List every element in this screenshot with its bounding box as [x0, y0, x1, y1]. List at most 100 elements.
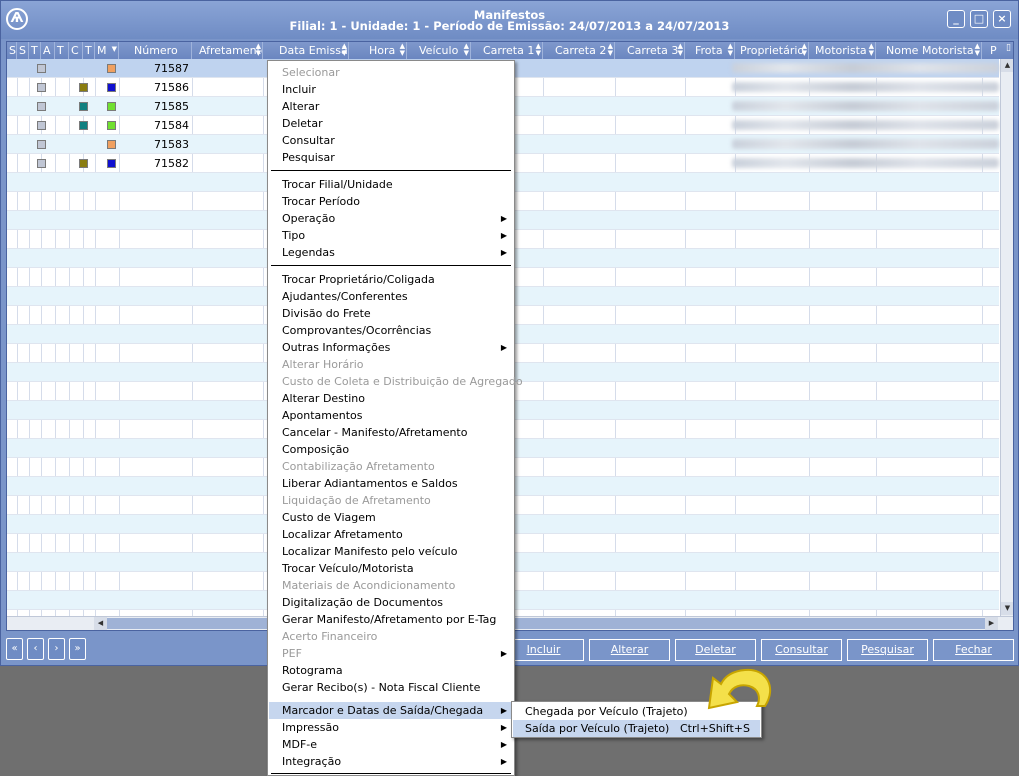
menu-item-label: Integração: [282, 755, 342, 768]
scroll-left-icon[interactable]: ◀: [94, 617, 107, 630]
menu-item-operacao[interactable]: Operação ▶: [269, 210, 513, 227]
status-indicator: [37, 159, 46, 168]
redacted-data: [732, 120, 999, 130]
numero-cell: 71584: [154, 119, 189, 132]
alterar-button[interactable]: Alterar: [589, 639, 670, 661]
menu-item-deletar[interactable]: Deletar: [269, 115, 513, 132]
menu-item-incluir[interactable]: Incluir: [269, 81, 513, 98]
col-s2[interactable]: S: [17, 42, 29, 59]
title-bar: Ѧ Manifestos Filial: 1 - Unidade: 1 - Pe…: [1, 1, 1018, 39]
col-proprietario[interactable]: Proprietário ▲ ▼: [735, 42, 809, 59]
col-carreta2[interactable]: Carreta 2 ▲ ▼: [543, 42, 615, 59]
col-carreta3-label: Carreta 3: [627, 44, 679, 57]
col-afretamento-label: Afretamento: [199, 44, 263, 57]
menu-item-gerar-recibo[interactable]: Gerar Recibo(s) - Nota Fiscal Cliente: [269, 679, 513, 696]
col-numero[interactable]: Número: [119, 42, 192, 59]
fechar-button[interactable]: Fechar: [933, 639, 1014, 661]
menu-item-legendas[interactable]: Legendas ▶: [269, 244, 513, 261]
col-t2[interactable]: T: [55, 42, 69, 59]
minimize-button[interactable]: _: [947, 10, 965, 28]
menu-item-ajudantes[interactable]: Ajudantes/Conferentes: [269, 288, 513, 305]
incluir-button[interactable]: Incluir: [503, 639, 584, 661]
menu-item-pesquisar[interactable]: Pesquisar: [269, 149, 513, 166]
submenu-item-saida[interactable]: Saída por Veículo (Trajeto) Ctrl+Shift+S: [513, 720, 760, 737]
sort-icon: ▲ ▼: [399, 42, 405, 57]
type-indicator: [107, 159, 116, 168]
menu-item-selecionar: Selecionar: [282, 66, 340, 79]
menu-item-trocar-filial[interactable]: Trocar Filial/Unidade: [269, 176, 513, 193]
col-data-emissao[interactable]: Data Emissão ▲ ▼: [263, 42, 349, 59]
menu-item-trocar-veiculo[interactable]: Trocar Veículo/Motorista: [269, 560, 513, 577]
scroll-down-icon[interactable]: ▼: [1001, 602, 1013, 615]
menu-item-liberar-adiantamentos[interactable]: Liberar Adiantamentos e Saldos: [269, 475, 513, 492]
col-hora[interactable]: Hora ▲ ▼: [349, 42, 407, 59]
col-afretamento[interactable]: Afretamento ▲ ▼: [192, 42, 263, 59]
col-nome-motorista-label: Nome Motorista: [886, 44, 974, 57]
menu-item-tipo[interactable]: Tipo ▶: [269, 227, 513, 244]
menu-item-divisao-frete[interactable]: Divisão do Frete: [269, 305, 513, 322]
window-subtitle: Filial: 1 - Unidade: 1 - Período de Emis…: [289, 19, 730, 33]
close-button[interactable]: ×: [993, 10, 1011, 28]
menu-item-digitalizacao[interactable]: Digitalização de Documentos: [269, 594, 513, 611]
maximize-button[interactable]: □: [970, 10, 988, 28]
submenu-arrow-icon: ▶: [500, 214, 507, 223]
submenu-arrow-icon: ▶: [500, 343, 507, 352]
scroll-right-icon[interactable]: ▶: [985, 617, 998, 630]
menu-item-custo-viagem[interactable]: Custo de Viagem: [269, 509, 513, 526]
menu-item-apontamentos[interactable]: Apontamentos: [269, 407, 513, 424]
col-t1[interactable]: T: [29, 42, 41, 59]
menu-item-composicao[interactable]: Composição: [269, 441, 513, 458]
menu-item-comprovantes[interactable]: Comprovantes/Ocorrências: [269, 322, 513, 339]
menu-item-outras-informacoes[interactable]: Outras Informações ▶: [269, 339, 513, 356]
vertical-scrollbar[interactable]: ▲ ▼: [1000, 59, 1013, 616]
pesquisar-button[interactable]: Pesquisar: [847, 639, 928, 661]
menu-item-alterar[interactable]: Alterar: [269, 98, 513, 115]
col-s1[interactable]: S: [7, 42, 17, 59]
menu-item-rotograma[interactable]: Rotograma: [269, 662, 513, 679]
category-indicator: [79, 83, 88, 92]
menu-item-label: Marcador e Datas de Saída/Chegada: [282, 704, 484, 717]
first-record-icon[interactable]: «: [6, 638, 23, 660]
type-indicator: [107, 140, 116, 149]
col-c[interactable]: C: [69, 42, 83, 59]
horizontal-scroll-thumb[interactable]: [107, 618, 987, 629]
col-motorista-label: Motorista: [815, 44, 867, 57]
menu-item-custo-coleta: Custo de Coleta e Distribuição de Agrega…: [282, 375, 523, 388]
sort-icon: ▲ ▼: [341, 42, 347, 57]
menu-item-label: Impressão: [282, 721, 339, 734]
sort-icon: ▲ ▼: [974, 42, 980, 57]
col-frota[interactable]: Frota ▲ ▼: [685, 42, 735, 59]
grid-header: S S T A T C T M ▼ Número Afretamento ▲ ▼ Da…: [7, 42, 1013, 59]
menu-item-alterar-destino[interactable]: Alterar Destino: [269, 390, 513, 407]
scroll-up-icon[interactable]: ▲: [1001, 59, 1013, 72]
col-t3[interactable]: T: [83, 42, 95, 59]
menu-item-label: Legendas: [282, 246, 335, 259]
next-record-icon[interactable]: ›: [48, 638, 65, 660]
menu-separator: [271, 170, 511, 171]
menu-item-cancelar[interactable]: Cancelar - Manifesto/Afretamento: [269, 424, 513, 441]
menu-item-trocar-proprietario[interactable]: Trocar Proprietário/Coligada: [269, 271, 513, 288]
previous-record-icon[interactable]: ‹: [27, 638, 44, 660]
sort-icon: ▲ ▼: [677, 42, 683, 57]
menu-item-trocar-periodo[interactable]: Trocar Período: [269, 193, 513, 210]
col-carreta1[interactable]: Carreta 1 ▲ ▼: [471, 42, 543, 59]
col-p[interactable]: P ▯: [982, 42, 1013, 59]
last-record-icon[interactable]: »: [69, 638, 86, 660]
submenu-arrow-icon: ▶: [500, 723, 507, 732]
col-a[interactable]: A: [41, 42, 55, 59]
menu-item-impressao[interactable]: Impressão ▶: [269, 719, 513, 736]
col-carreta3[interactable]: Carreta 3 ▲ ▼: [615, 42, 685, 59]
col-veiculo[interactable]: Veículo ▲ ▼: [407, 42, 471, 59]
submenu-arrow-icon: ▶: [500, 248, 507, 257]
menu-item-integracao[interactable]: Integração ▶: [269, 753, 513, 770]
menu-item-localizar-manifesto[interactable]: Localizar Manifesto pelo veículo: [269, 543, 513, 560]
col-nome-motorista[interactable]: Nome Motorista ▲ ▼: [876, 42, 982, 59]
col-m[interactable]: M ▼: [95, 42, 119, 59]
col-motorista[interactable]: Motorista ▲ ▼: [809, 42, 876, 59]
menu-item-gerar-etag[interactable]: Gerar Manifesto/Afretamento por E-Tag: [269, 611, 513, 628]
menu-item-consultar[interactable]: Consultar: [269, 132, 513, 149]
menu-separator: [271, 773, 511, 774]
menu-item-mdfe[interactable]: MDF-e ▶: [269, 736, 513, 753]
menu-item-marcador-datas[interactable]: Marcador e Datas de Saída/Chegada ▶: [269, 702, 513, 719]
menu-item-localizar-afretamento[interactable]: Localizar Afretamento: [269, 526, 513, 543]
